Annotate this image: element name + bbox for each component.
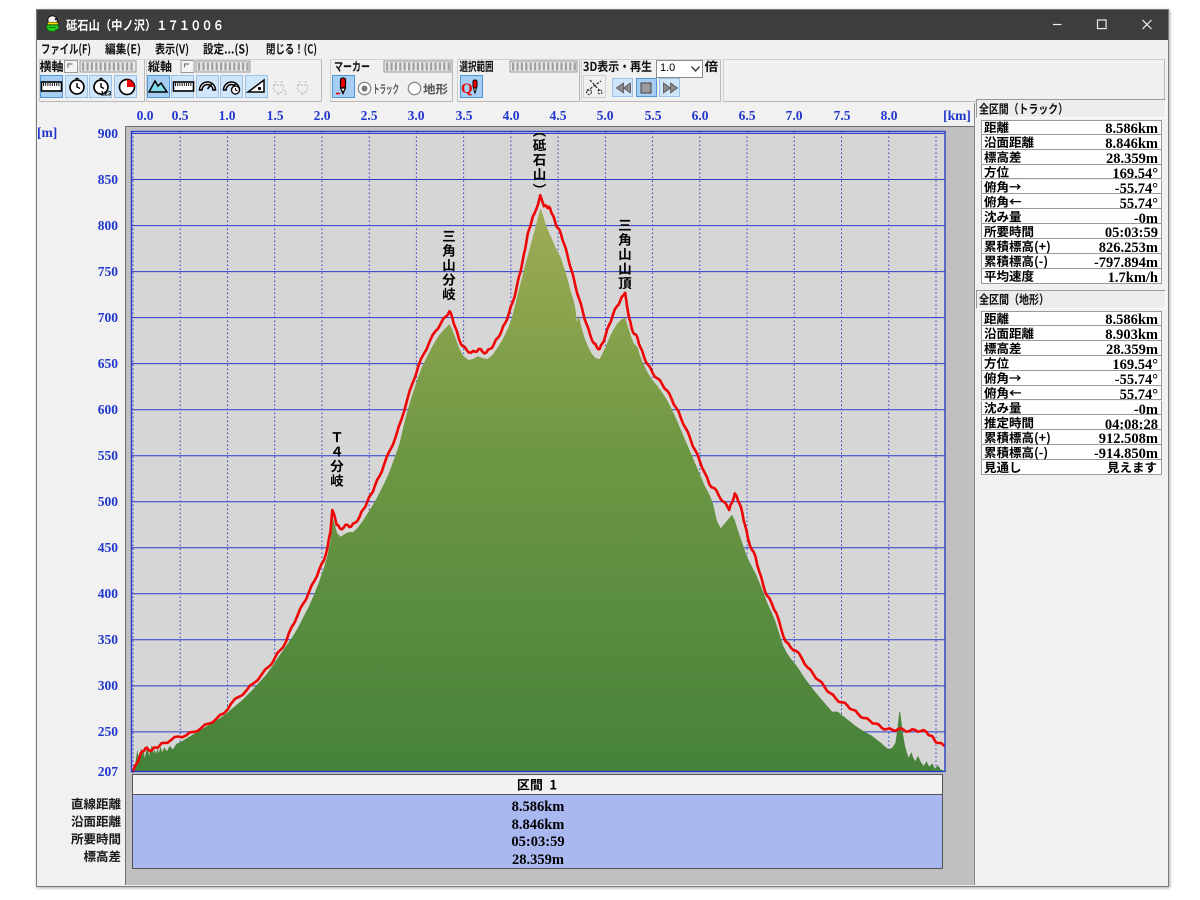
- svg-text:1: 1: [284, 90, 288, 97]
- svg-text:123: 123: [101, 91, 112, 98]
- svg-text:Q: Q: [461, 81, 473, 97]
